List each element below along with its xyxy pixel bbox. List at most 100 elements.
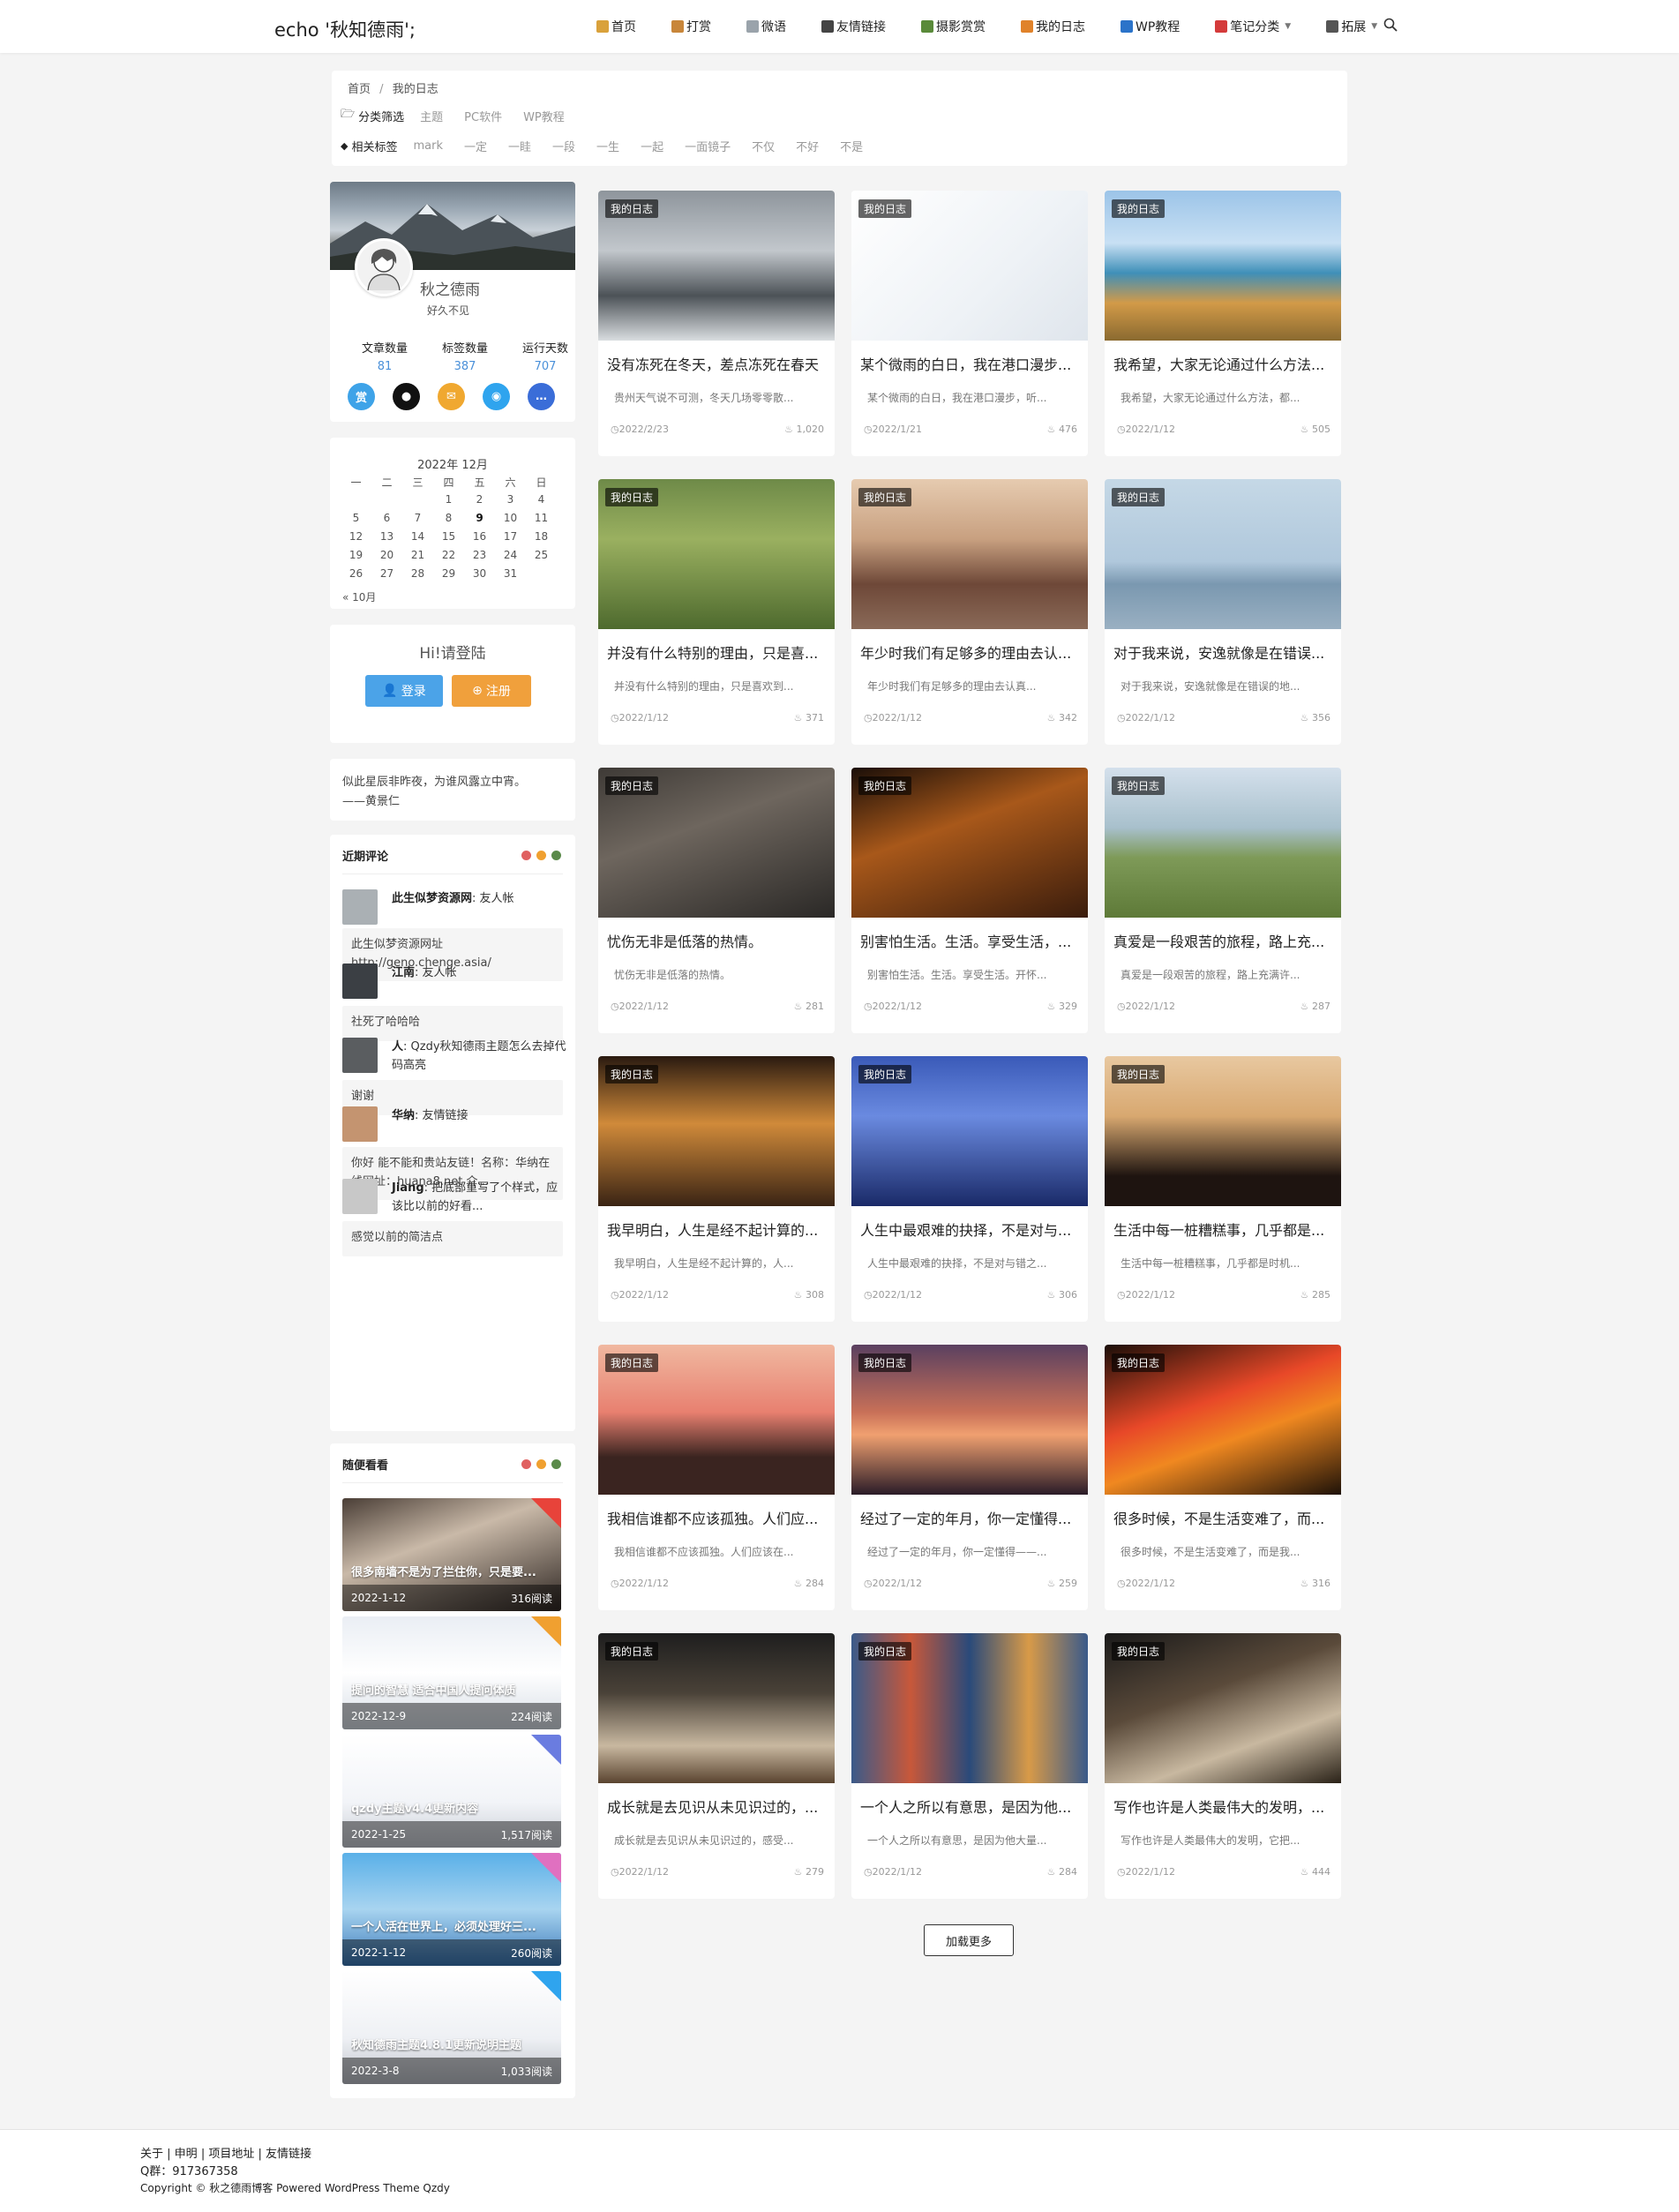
load-more-button[interactable]: 加载更多 [924, 1924, 1014, 1956]
post-category-badge[interactable]: 我的日志 [1112, 1642, 1166, 1661]
post-category-badge[interactable]: 我的日志 [1112, 488, 1166, 506]
tag-filter-item[interactable]: 一段 [552, 138, 575, 154]
tag-filter-item[interactable]: 一定 [464, 138, 487, 154]
comment-author[interactable]: 此生似梦资源网 [392, 892, 472, 905]
post-card[interactable]: 我的日志 真爱是一段艰苦的旅程，路上充... 真爱是一段艰苦的旅程，路上充满许...… [1105, 768, 1341, 1033]
qq-icon[interactable]: ◉ [483, 383, 510, 410]
post-category-badge[interactable]: 我的日志 [605, 776, 659, 795]
register-button[interactable]: ⊕ 注册 [452, 675, 531, 707]
post-card[interactable]: 我的日志 我相信谁都不应该孤独。人们应... 我相信谁都不应该孤独。人们应该在...… [598, 1345, 835, 1610]
tag-filter-item[interactable]: mark [413, 139, 443, 153]
nav-item-4[interactable]: 摄影赏赏 [921, 18, 986, 35]
post-card[interactable]: 我的日志 一个人之所以有意思，是因为他... 一个人之所以有意思，是因为他大量...… [851, 1633, 1088, 1899]
post-card[interactable]: 我的日志 没有冻死在冬天，差点冻死在春天 贵州天气说不可测，冬天几场零零散... ◷2… [598, 191, 835, 456]
post-category-badge[interactable]: 我的日志 [858, 1642, 912, 1661]
post-category-badge[interactable]: 我的日志 [858, 488, 912, 506]
post-card[interactable]: 我的日志 经过了一定的年月，你一定懂得... 经过了一定的年月，你一定懂得——...… [851, 1345, 1088, 1610]
comment-author[interactable]: 人 [392, 1040, 403, 1054]
random-post-card[interactable]: 提问的智慧 适合中国人提问体质 2022-12-9 224阅读 [342, 1616, 561, 1729]
comment-avatar[interactable] [342, 1179, 378, 1214]
tag-filter-item[interactable]: 一眭 [508, 138, 531, 154]
profile-avatar[interactable] [355, 238, 413, 296]
nav-item-8[interactable]: 拓展 ▼ [1326, 18, 1377, 35]
post-title[interactable]: 生活中每一桩糟糕事，几乎都是... [1113, 1218, 1332, 1240]
post-card[interactable]: 我的日志 人生中最艰难的抉择，不是对与... 人生中最艰难的抉择，不是对与错之...… [851, 1056, 1088, 1322]
post-title[interactable]: 一个人之所以有意思，是因为他... [860, 1796, 1079, 1817]
comment-author[interactable]: 华纳 [392, 1109, 415, 1122]
post-title[interactable]: 成长就是去见识从未见识过的，... [607, 1796, 826, 1817]
tag-filter-item[interactable]: 一生 [596, 138, 619, 154]
tag-filter-item[interactable]: 不仅 [752, 138, 775, 154]
footer-link[interactable]: 友情链接 [266, 2148, 311, 2161]
post-card[interactable]: 我的日志 我早明白，人生是经不起计算的... 我早明白，人生是经不起计算的，人...… [598, 1056, 835, 1322]
post-title[interactable]: 某个微雨的白日，我在港口漫步... [860, 353, 1079, 374]
comment-avatar[interactable] [342, 1106, 378, 1142]
comment-avatar[interactable] [342, 1038, 378, 1073]
post-category-badge[interactable]: 我的日志 [1112, 1065, 1166, 1084]
post-card[interactable]: 我的日志 某个微雨的白日，我在港口漫步... 某个微雨的白日，我在港口漫步，听...… [851, 191, 1088, 456]
post-card[interactable]: 我的日志 很多时候，不是生活变难了，而... 很多时候，不是生活变难了，而是我...… [1105, 1345, 1341, 1610]
post-title[interactable]: 我早明白，人生是经不起计算的... [607, 1218, 826, 1240]
post-category-badge[interactable]: 我的日志 [605, 1065, 659, 1084]
random-post-title[interactable]: 很多南墙不是为了拦住你，只是要... [351, 1563, 554, 1579]
post-card[interactable]: 我的日志 成长就是去见识从未见识过的，... 成长就是去见识从未见识过的，感受...… [598, 1633, 835, 1899]
post-card[interactable]: 我的日志 年少时我们有足够多的理由去认... 年少时我们有足够多的理由去认真... ◷… [851, 479, 1088, 745]
search-icon[interactable] [1383, 18, 1398, 32]
random-post-card[interactable]: 很多南墙不是为了拦住你，只是要... 2022-1-12 316阅读 [342, 1498, 561, 1611]
comment-post-link[interactable]: : 友人帐 [415, 966, 457, 979]
mail-icon[interactable]: ✉ [438, 383, 465, 410]
comment-post-link[interactable]: : 友情链接 [415, 1109, 468, 1122]
post-category-badge[interactable]: 我的日志 [858, 199, 912, 218]
github-icon[interactable]: ● [393, 383, 420, 410]
random-post-title[interactable]: qzdy主题v4.4更新内容 [351, 1799, 554, 1816]
footer-site-link[interactable]: 秋之德雨博客 [209, 2182, 273, 2194]
comment-author[interactable]: 江南 [392, 966, 415, 979]
post-title[interactable]: 忧伤无非是低落的热情。 [607, 930, 826, 951]
post-category-badge[interactable]: 我的日志 [605, 199, 659, 218]
site-logo[interactable]: echo '秋知德雨'; [274, 16, 416, 42]
post-card[interactable]: 我的日志 写作也许是人类最伟大的发明，... 写作也许是人类最伟大的发明，它把...… [1105, 1633, 1341, 1899]
post-category-badge[interactable]: 我的日志 [605, 488, 659, 506]
post-category-badge[interactable]: 我的日志 [858, 1065, 912, 1084]
post-title[interactable]: 真爱是一段艰苦的旅程，路上充... [1113, 930, 1332, 951]
chat-icon[interactable]: … [528, 383, 555, 410]
post-card[interactable]: 我的日志 并没有什么特别的理由，只是喜... 并没有什么特别的理由，只是喜欢到...… [598, 479, 835, 745]
post-category-badge[interactable]: 我的日志 [1112, 199, 1166, 218]
tag-filter-item[interactable]: 一起 [641, 138, 663, 154]
post-title[interactable]: 我相信谁都不应该孤独。人们应... [607, 1507, 826, 1528]
calendar-prev-month[interactable]: « 10月 [342, 589, 376, 604]
random-post-card[interactable]: qzdy主题v4.4更新内容 2022-1-25 1,517阅读 [342, 1735, 561, 1848]
breadcrumb-home[interactable]: 首页 [348, 83, 371, 96]
nav-item-2[interactable]: 微语 [746, 18, 786, 35]
comment-author[interactable]: Jiang [392, 1181, 424, 1195]
category-filter-item[interactable]: WP教程 [523, 108, 565, 124]
post-title[interactable]: 人生中最艰难的抉择，不是对与... [860, 1218, 1079, 1240]
post-card[interactable]: 我的日志 生活中每一桩糟糕事，几乎都是... 生活中每一桩糟糕事，几乎都是时机...… [1105, 1056, 1341, 1322]
tag-filter-item[interactable]: 不是 [840, 138, 863, 154]
post-category-badge[interactable]: 我的日志 [605, 1642, 659, 1661]
nav-item-7[interactable]: 笔记分类 ▼ [1215, 18, 1291, 35]
tag-filter-item[interactable]: 一面镜子 [685, 138, 731, 154]
post-title[interactable]: 我希望，大家无论通过什么方法... [1113, 353, 1332, 374]
tag-filter-item[interactable]: 不好 [796, 138, 819, 154]
nav-item-0[interactable]: 首页 [596, 18, 636, 35]
post-title[interactable]: 别害怕生活。生活。享受生活，... [860, 930, 1079, 951]
post-category-badge[interactable]: 我的日志 [1112, 776, 1166, 795]
post-title[interactable]: 没有冻死在冬天，差点冻死在春天 [607, 353, 826, 374]
post-title[interactable]: 写作也许是人类最伟大的发明，... [1113, 1796, 1332, 1817]
random-post-card[interactable]: 一个人活在世界上，必须处理好三... 2022-1-12 260阅读 [342, 1853, 561, 1966]
post-card[interactable]: 我的日志 对于我来说，安逸就像是在错误... 对于我来说，安逸就像是在错误的地...… [1105, 479, 1341, 745]
nav-item-3[interactable]: 友情链接 [821, 18, 886, 35]
post-title[interactable]: 并没有什么特别的理由，只是喜... [607, 641, 826, 663]
post-card[interactable]: 我的日志 我希望，大家无论通过什么方法... 我希望，大家无论通过什么方法，都...… [1105, 191, 1341, 456]
random-post-title[interactable]: 秋知德雨主题4.8.1更新说明主题 [351, 2036, 554, 2052]
nav-item-1[interactable]: 打赏 [671, 18, 711, 35]
post-title[interactable]: 经过了一定的年月，你一定懂得... [860, 1507, 1079, 1528]
category-filter-item[interactable]: 主题 [420, 108, 443, 124]
category-filter-item[interactable]: PC软件 [464, 108, 502, 124]
footer-link[interactable]: 项目地址 [208, 2148, 254, 2161]
reward-icon[interactable]: 赏 [348, 383, 375, 410]
random-post-card[interactable]: 秋知德雨主题4.8.1更新说明主题 2022-3-8 1,033阅读 [342, 1971, 561, 2084]
random-post-title[interactable]: 提问的智慧 适合中国人提问体质 [351, 1681, 554, 1698]
random-post-title[interactable]: 一个人活在世界上，必须处理好三... [351, 1917, 554, 1934]
